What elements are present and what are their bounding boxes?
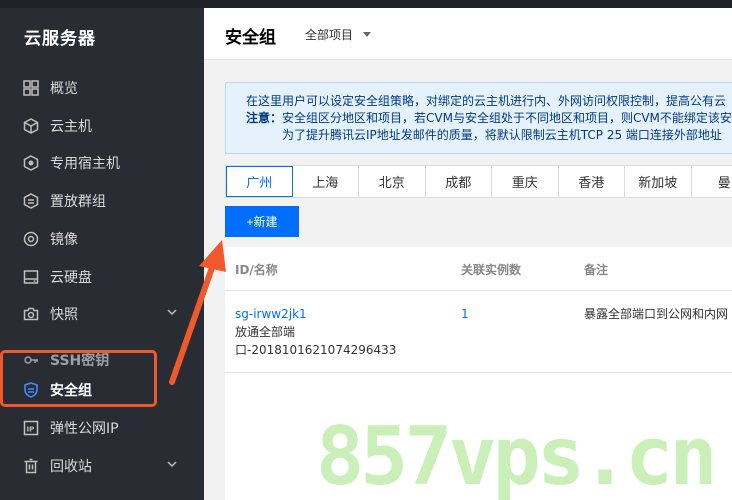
harddisk-icon — [23, 269, 39, 285]
svg-text:IP: IP — [27, 425, 35, 433]
sidebar-item-recycle-bin[interactable]: 回收站 — [0, 447, 204, 484]
cell-note: 暴露全部端口到公网和内网 — [584, 307, 729, 321]
tab-region-beijing[interactable]: 北京 — [359, 166, 426, 197]
table-row: sg-irww2jk1 放通全部端 口-2018101621074296433 … — [225, 291, 732, 373]
sidebar-item-dedicated-host[interactable]: 专用宿主机 — [0, 144, 204, 181]
chevron-down-icon — [167, 309, 177, 316]
sidebar-item-eip[interactable]: IP 弹性公网IP — [0, 409, 204, 446]
notice-line-2: 注意：安全组区分地区和项目，若CVM与安全组处于不同地区和项目，则CVM不能绑定… — [246, 111, 732, 125]
column-header-id-name: ID/名称 — [235, 263, 278, 277]
notice-line-1: 在这里用户可以设定安全组策略，对绑定的云主机进行内、外网访问权限控制，提高公有云 — [246, 94, 727, 108]
sidebar-title: 云服务器 — [24, 29, 96, 49]
instance-count-link[interactable]: 1 — [461, 305, 469, 323]
sidebar-item-label: 置放群组 — [50, 193, 106, 210]
ip-icon: IP — [23, 420, 39, 436]
sidebar-item-label: 云硬盘 — [50, 269, 92, 286]
tab-region-shanghai[interactable]: 上海 — [293, 166, 359, 197]
cell-id-name: sg-irww2jk1 放通全部端 口-2018101621074296433 — [235, 305, 396, 359]
tab-region-chongqing[interactable]: 重庆 — [492, 166, 559, 197]
sidebar-item-label: 弹性公网IP — [50, 420, 119, 437]
placement-icon — [23, 192, 39, 209]
column-header-instances: 关联实例数 — [461, 263, 522, 277]
sidebar-item-label: 专用宿主机 — [50, 155, 120, 172]
sidebar-item-label: 镜像 — [50, 231, 78, 248]
grid-icon — [23, 79, 39, 96]
cube-icon — [23, 117, 39, 134]
host-icon — [23, 154, 39, 171]
sidebar-item-cloud-disk[interactable]: 云硬盘 — [0, 258, 204, 295]
top-bar — [0, 0, 732, 8]
sidebar-item-placement-group[interactable]: 置放群组 — [0, 182, 204, 219]
trash-icon — [23, 458, 39, 474]
sidebar-item-cvm[interactable]: 云主机 — [0, 107, 204, 144]
sidebar-item-overview[interactable]: 概览 — [0, 69, 204, 106]
caret-down-icon — [363, 32, 372, 37]
table-header: ID/名称 关联实例数 备注 — [225, 247, 732, 291]
column-header-note: 备注 — [584, 263, 609, 277]
tab-region-more[interactable]: 曼 — [692, 166, 732, 197]
notice-label: 注意： — [246, 111, 283, 125]
page-header: 安全组 全部项目 — [204, 8, 732, 60]
page-title: 安全组 — [225, 28, 276, 48]
watermark: 857vps.cn — [316, 410, 717, 500]
region-tabs: 广州 上海 北京 成都 重庆 香港 新加坡 曼 — [225, 165, 732, 198]
disc-icon — [23, 231, 39, 247]
camera-icon — [23, 306, 39, 322]
sidebar-item-snapshot[interactable]: 快照 — [0, 295, 204, 332]
tab-region-singapore[interactable]: 新加坡 — [625, 166, 692, 197]
tab-region-hongkong[interactable]: 香港 — [559, 166, 625, 197]
security-group-id-link[interactable]: sg-irww2jk1 — [235, 305, 396, 323]
new-security-group-button[interactable]: +新建 — [225, 206, 299, 237]
annotation-highlight-box — [0, 350, 157, 407]
notice-line-3: 为了提升腾讯云IP地址发邮件的质量，将默认限制云主机TCP 25 端口连接外部地… — [282, 128, 722, 142]
info-notice: 在这里用户可以设定安全组策略，对绑定的云主机进行内、外网访问权限控制，提高公有云… — [225, 82, 732, 154]
sidebar-item-label: 概览 — [50, 80, 78, 97]
sidebar-item-image[interactable]: 镜像 — [0, 220, 204, 257]
sidebar: 云服务器 概览 云主机 专用宿主机 置放群组 镜像 云硬盘 快照 SSH密钥 安… — [0, 8, 204, 500]
tab-region-chengdu[interactable]: 成都 — [426, 166, 492, 197]
tab-region-guangzhou[interactable]: 广州 — [226, 166, 293, 197]
sidebar-item-label: 云主机 — [50, 118, 92, 135]
project-select-value: 全部项目 — [305, 28, 354, 42]
security-group-name-line1: 放通全部端 — [235, 325, 296, 339]
sidebar-item-label: 快照 — [50, 306, 78, 323]
security-group-name-line2: 口-2018101621074296433 — [235, 343, 397, 357]
chevron-down-icon — [167, 461, 177, 468]
project-select[interactable]: 全部项目 — [305, 26, 372, 43]
sidebar-item-label: 回收站 — [50, 458, 92, 475]
